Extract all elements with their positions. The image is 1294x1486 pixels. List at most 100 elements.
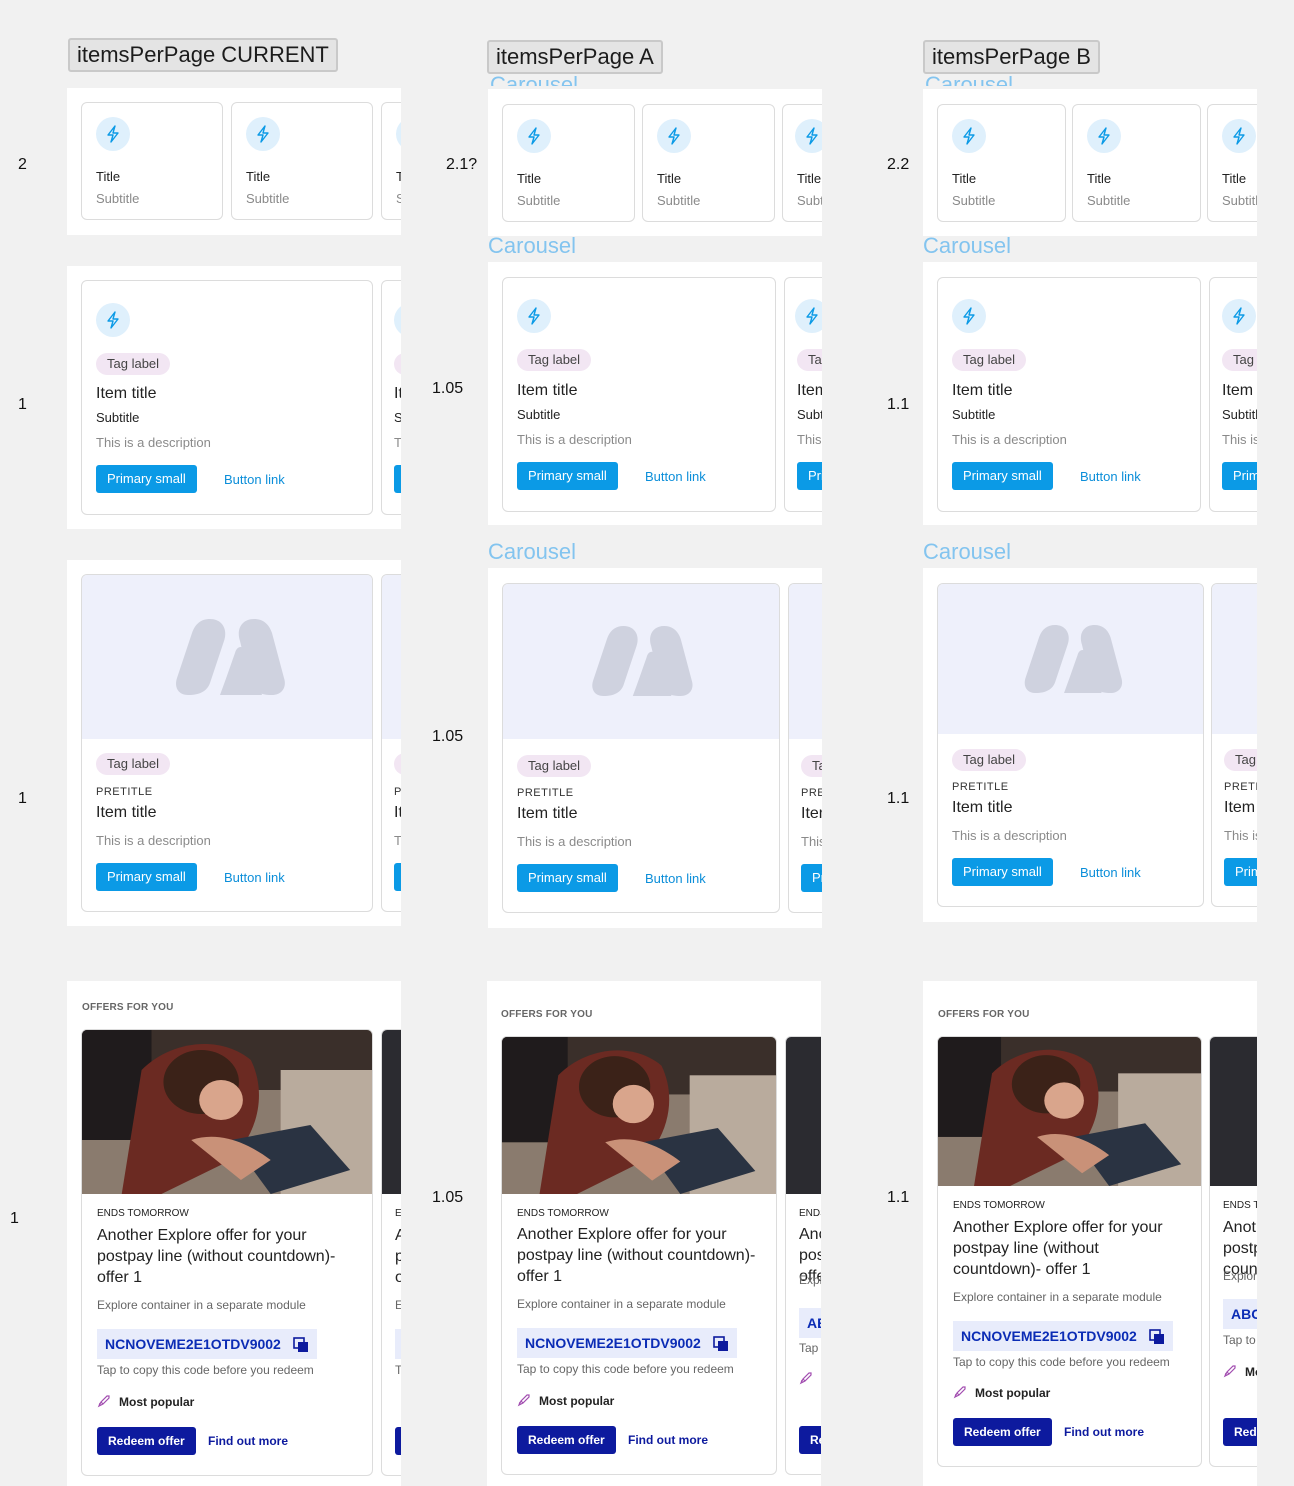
item-title: Item title — [96, 804, 157, 821]
primary-small-button[interactable]: Primary small — [394, 863, 401, 891]
redeem-offer-button[interactable]: Redeem offer — [517, 1426, 616, 1454]
ends-label: ENDS TOMORROW — [953, 1200, 1045, 1211]
ends-label: ENDS TOMORROW — [799, 1208, 821, 1219]
promo-code-box[interactable] — [395, 1329, 401, 1359]
primary-small-button[interactable]: Primary small — [96, 465, 197, 493]
ratio-current-row4: 1 — [10, 1210, 19, 1227]
lightning-icon — [1087, 119, 1121, 153]
media-placeholder — [382, 575, 401, 739]
promo-code-box[interactable]: NCNOVEME2E1OTDV9002 — [97, 1329, 317, 1359]
button-link[interactable]: Button link — [645, 469, 706, 484]
media-card[interactable]: Tag label PRETITLE Item title This is a … — [81, 574, 373, 912]
offer-card-peek[interactable]: ENDS T Another Explore offer for your po… — [1209, 1036, 1257, 1467]
redeem-offer-button[interactable]: Redeem offer — [953, 1418, 1052, 1446]
item-title: Item title — [96, 385, 157, 402]
promo-code-box[interactable]: NCNOVEME2E1OTDV9002 — [517, 1328, 737, 1358]
redeem-offer-button[interactable]: Redeem offer — [1223, 1418, 1257, 1446]
primary-small-button[interactable]: Primary small — [797, 462, 822, 490]
item-card[interactable]: Tag label Item title Subtitle This is a … — [81, 280, 373, 515]
button-link[interactable]: Button link — [1080, 865, 1141, 880]
primary-small-button[interactable]: Primary small — [517, 462, 618, 490]
offer-card[interactable]: ENDS TOMORROW Another Explore offer for … — [81, 1029, 373, 1476]
pretitle: PRETITLE — [517, 787, 574, 799]
small-card-peek[interactable]: Title Subtitle — [381, 102, 401, 220]
promo-code-box[interactable]: ABC — [799, 1308, 821, 1338]
primary-small-button[interactable]: Primary small — [952, 858, 1053, 886]
small-card[interactable]: Title Subtitle — [81, 102, 223, 220]
media-card-peek[interactable]: Tag label PRETITLE Item title This is a … — [788, 583, 822, 913]
media-card[interactable]: Tag label PRETITLE Item title This is a … — [937, 583, 1204, 907]
media-card[interactable]: Tag label PRETITLE Item title This is a … — [502, 583, 780, 913]
find-out-more-link[interactable]: Find out more — [1064, 1425, 1144, 1439]
carousel-item-cards-current: Tag label Item title Subtitle This is a … — [67, 266, 401, 529]
item-subtitle: Subtitle — [394, 410, 401, 425]
find-out-more-link[interactable]: Find out more — [628, 1433, 708, 1447]
card-title: Title — [96, 169, 121, 184]
media-card-peek[interactable]: Tag label PRETITLE Item title This is a … — [381, 574, 401, 912]
small-card[interactable]: Title Subtitle — [642, 104, 775, 222]
carousel-label: Carousel — [488, 233, 577, 258]
offer-description: Explore container in a separate module — [953, 1290, 1162, 1304]
button-link[interactable]: Button link — [645, 871, 706, 886]
primary-small-button[interactable]: Primary small — [801, 864, 822, 892]
pretitle: PRETITLE — [1224, 781, 1257, 793]
small-card[interactable]: Title Subtitle — [502, 104, 635, 222]
ratio-b-row4: 1.1 — [887, 1189, 910, 1206]
primary-small-button[interactable]: Primary small — [1222, 462, 1257, 490]
offer-description: Explore container in a separate module — [395, 1298, 401, 1312]
item-card[interactable]: Tag label Item title Subtitle This is a … — [502, 277, 776, 512]
primary-small-button[interactable]: Primary small — [1224, 858, 1257, 886]
offer-card-peek[interactable]: ENDS TOMORROW Another Explore offer for … — [381, 1029, 401, 1476]
lightning-icon — [394, 303, 401, 337]
button-link[interactable]: Button link — [224, 472, 285, 487]
ends-label: ENDS TOMORROW — [517, 1208, 609, 1219]
button-link[interactable]: Button link — [1080, 469, 1141, 484]
offer-card[interactable]: ENDS TOMORROW Another Explore offer for … — [937, 1036, 1202, 1467]
offer-description: Explore container in a separate module — [97, 1298, 306, 1312]
promo-code-box[interactable]: NCNOVEME2E1OTDV9002 — [953, 1321, 1173, 1351]
item-description: This is a description — [394, 833, 401, 848]
item-card-peek[interactable]: Tag label Item title Subtitle This is a … — [784, 277, 822, 512]
small-card-peek[interactable]: Title Subtitle — [1207, 104, 1257, 222]
small-card[interactable]: Title Subtitle — [231, 102, 373, 220]
redeem-offer-button[interactable]: Redeem offer — [799, 1426, 821, 1454]
promo-code-box[interactable]: ABC — [1223, 1299, 1257, 1329]
small-card[interactable]: Title Subtitle — [1072, 104, 1201, 222]
carousel-small-cards-current: Title Subtitle Title Subtitle Title Subt… — [67, 88, 401, 235]
redeem-offer-button[interactable]: Redeem offer — [395, 1427, 401, 1455]
card-subtitle: Subtitle — [1222, 193, 1257, 208]
redeem-offer-button[interactable]: Redeem offer — [97, 1427, 196, 1455]
lightning-icon — [795, 119, 822, 153]
offer-card[interactable]: ENDS TOMORROW Another Explore offer for … — [501, 1036, 777, 1475]
lightning-icon — [1222, 299, 1256, 333]
primary-small-button[interactable]: Primary small — [517, 864, 618, 892]
code-hint: Tap to copy this code before you redeem — [97, 1363, 314, 1377]
placeholder-logo-icon — [176, 619, 285, 695]
offers-heading: OFFERS FOR YOU — [938, 1009, 1030, 1020]
item-card-peek[interactable]: Tag label Item title Subtitle This is a … — [381, 280, 401, 515]
placeholder-logo-icon — [592, 626, 693, 696]
find-out-more-link[interactable]: Find out more — [208, 1434, 288, 1448]
primary-small-button[interactable]: Primary small — [394, 465, 401, 493]
carousel-label: Carousel — [490, 74, 578, 86]
item-card[interactable]: Tag label Item title Subtitle This is a … — [937, 277, 1201, 512]
small-card[interactable]: Title Subtitle — [937, 104, 1066, 222]
tag-label: Tag label — [517, 349, 592, 371]
offer-title: Another Explore offer for your postpay l… — [97, 1227, 336, 1286]
item-title: Item title — [1224, 799, 1257, 816]
code-hint: Tap to copy this code before you redeem — [395, 1363, 401, 1377]
item-card-peek[interactable]: Tag label Item title Subtitle This is a … — [1209, 277, 1257, 512]
most-popular-label: Most popular — [539, 1394, 615, 1408]
lightning-icon — [396, 117, 401, 151]
offer-card-peek[interactable]: ENDS TOMORROW Another Explore offer for … — [785, 1036, 821, 1475]
item-description: This is a description — [394, 435, 401, 450]
offer-description: Explore container in a separate module — [517, 1297, 726, 1311]
carousel-label: Carousel — [488, 539, 577, 564]
media-card-peek[interactable]: Tag label PRETITLE Item title This is a … — [1211, 583, 1257, 907]
button-link[interactable]: Button link — [224, 870, 285, 885]
card-title: Title — [657, 171, 682, 186]
small-card-peek[interactable]: Title Subtitle — [782, 104, 822, 222]
tag-label: Tag label — [801, 755, 822, 777]
primary-small-button[interactable]: Primary small — [952, 462, 1053, 490]
primary-small-button[interactable]: Primary small — [96, 863, 197, 891]
